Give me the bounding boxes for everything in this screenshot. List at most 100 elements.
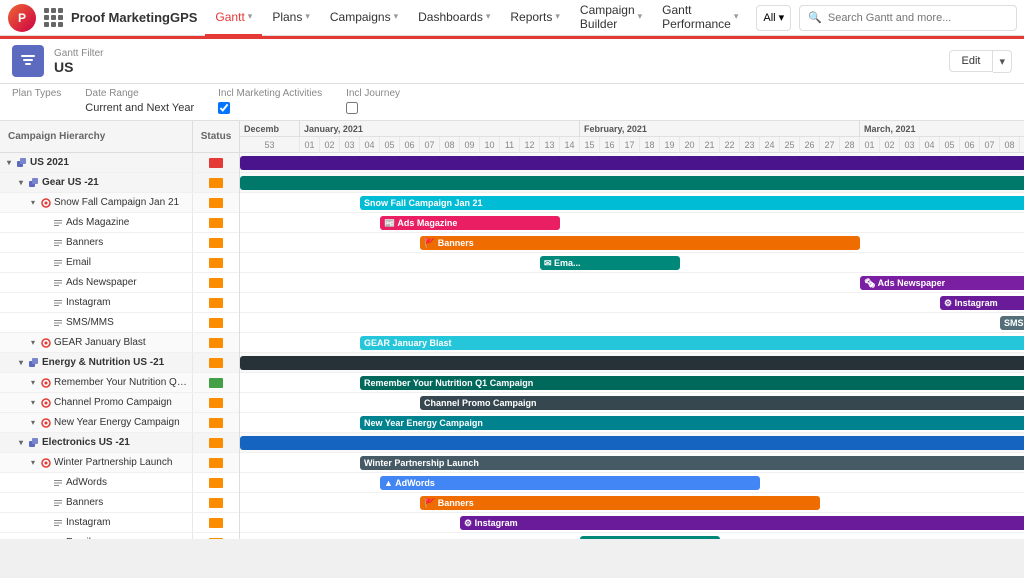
day-label-34: 06 (960, 137, 980, 153)
flag-9 (209, 338, 223, 348)
row-status-18 (193, 513, 239, 532)
activity-icon-19 (52, 537, 64, 540)
row-label-2: Snow Fall Campaign Jan 21 (54, 197, 179, 208)
nav-gantt-performance[interactable]: Gantt Performance ▾ (652, 0, 748, 36)
gantt-bar-8: SMS (1000, 316, 1024, 330)
gantt-bar-label-12: Channel Promo Campaign (424, 398, 537, 408)
gantt-bar-16: ▲ AdWords (380, 476, 760, 490)
gantt-bar-13: New Year Energy Campaign (360, 416, 1024, 430)
day-label-7: 07 (420, 137, 440, 153)
flag-11 (209, 378, 223, 388)
app-name: Proof MarketingGPS (71, 10, 197, 25)
nav-reports[interactable]: Reports ▾ (500, 0, 570, 36)
all-select[interactable]: All ▾ (756, 5, 791, 31)
incl-marketing-checkbox-row (218, 102, 322, 114)
day-label-23: 23 (740, 137, 760, 153)
nav-gantt-performance-label: Gantt Performance (662, 3, 731, 31)
nav-plans-label: Plans (272, 10, 302, 24)
expand-icon-10[interactable]: ▾ (16, 358, 26, 368)
plan-types-label: Plan Types (12, 88, 61, 99)
expand-icon-13[interactable]: ▾ (28, 418, 38, 428)
day-label-2: 02 (320, 137, 340, 153)
expand-icon-15[interactable]: ▾ (28, 458, 38, 468)
row-hierarchy-9: ▾GEAR January Blast (0, 333, 193, 352)
campaign-icon-12 (40, 397, 52, 409)
left-row-17: Banners (0, 493, 239, 513)
row-status-19 (193, 533, 239, 539)
filter-label: Gantt Filter (54, 48, 103, 59)
flag-5 (209, 258, 223, 268)
nav-campaign-builder[interactable]: Campaign Builder ▾ (570, 0, 652, 36)
left-row-4: Banners (0, 233, 239, 253)
incl-marketing-checkbox[interactable] (218, 102, 230, 114)
row-status-11 (193, 373, 239, 392)
gantt-bar-label-5: ✉ Ema... (544, 258, 581, 269)
nav-gantt[interactable]: Gantt ▾ (205, 0, 262, 36)
flag-0 (209, 158, 223, 168)
day-label-21: 21 (700, 137, 720, 153)
plan-types-option: Plan Types (12, 88, 61, 114)
app-logo: P (8, 4, 36, 32)
month-feb: February, 2021 (580, 121, 860, 136)
expand-icon-0[interactable]: ▾ (4, 158, 14, 168)
row-status-7 (193, 293, 239, 312)
row-label-5: Email (66, 257, 91, 268)
day-label-12: 12 (520, 137, 540, 153)
gantt-bar-14 (240, 436, 1024, 450)
row-label-16: AdWords (66, 477, 107, 488)
left-row-2: ▾ Snow Fall Campaign Jan 21 (0, 193, 239, 213)
gantt-bar-label-11: Remember Your Nutrition Q1 Campaign (364, 378, 533, 388)
row-status-9 (193, 333, 239, 352)
filter-icon-box (12, 45, 44, 77)
gantt-bar-3: 📰 Ads Magazine (380, 216, 560, 230)
expand-icon-9[interactable]: ▾ (28, 338, 38, 348)
expand-icon-2[interactable]: ▾ (28, 198, 38, 208)
all-select-label: All (763, 12, 775, 24)
row-label-15: Winter Partnership Launch (54, 457, 172, 468)
gantt-right-panel: Decemb January, 2021 February, 2021 Marc… (240, 121, 1024, 539)
row-bg-3 (240, 213, 1024, 233)
left-row-16: AdWords (0, 473, 239, 493)
incl-journey-label: Incl Journey (346, 88, 400, 99)
nav-campaigns[interactable]: Campaigns ▾ (320, 0, 408, 36)
campaign-icon-9 (40, 337, 52, 349)
search-bar: 🔍 (799, 5, 1017, 31)
row-hierarchy-16: AdWords (0, 473, 193, 492)
day-label-20: 20 (680, 137, 700, 153)
incl-journey-checkbox[interactable] (346, 102, 358, 114)
row-label-19: Email (66, 537, 91, 539)
incl-marketing-label: Incl Marketing Activities (218, 88, 322, 99)
gantt-left-rows: ▾US 2021▾Gear US -21▾Snow Fall Campaign … (0, 153, 239, 539)
left-row-12: ▾Channel Promo Campaign (0, 393, 239, 413)
all-select-chevron: ▾ (779, 11, 785, 24)
month-mar: March, 2021 (860, 121, 1020, 136)
day-label-16: 16 (600, 137, 620, 153)
row-status-12 (193, 393, 239, 412)
flag-16 (209, 478, 223, 488)
flag-6 (209, 278, 223, 288)
row-status-1 (193, 173, 239, 192)
expand-icon-11[interactable]: ▾ (28, 378, 38, 388)
edit-button[interactable]: Edit (949, 50, 994, 72)
flag-12 (209, 398, 223, 408)
expand-icon-14[interactable]: ▾ (16, 438, 26, 448)
left-row-5: Email (0, 253, 239, 273)
edit-dropdown-button[interactable]: ▾ (993, 50, 1012, 73)
grid-icon[interactable] (44, 8, 63, 27)
gantt-left-panel: Campaign Hierarchy Status ▾US 2021▾Gear … (0, 121, 240, 539)
search-input[interactable] (828, 12, 1008, 24)
day-label-32: 04 (920, 137, 940, 153)
nav-dashboards[interactable]: Dashboards ▾ (408, 0, 500, 36)
incl-marketing-option: Incl Marketing Activities (218, 88, 322, 114)
gantt-bar-label-7: ⚙ Instagram (944, 298, 998, 309)
left-row-10: ▾Energy & Nutrition US -21 (0, 353, 239, 373)
filter-title-group: Gantt Filter US (54, 48, 103, 75)
nav-plans[interactable]: Plans ▾ (262, 0, 320, 36)
activity-icon-3 (52, 217, 64, 229)
left-row-15: ▾ Winter Partnership Launch (0, 453, 239, 473)
day-label-33: 05 (940, 137, 960, 153)
expand-icon-12[interactable]: ▾ (28, 398, 38, 408)
row-hierarchy-7: Instagram (0, 293, 193, 312)
month-decemb: Decemb (240, 121, 300, 136)
expand-icon-1[interactable]: ▾ (16, 178, 26, 188)
